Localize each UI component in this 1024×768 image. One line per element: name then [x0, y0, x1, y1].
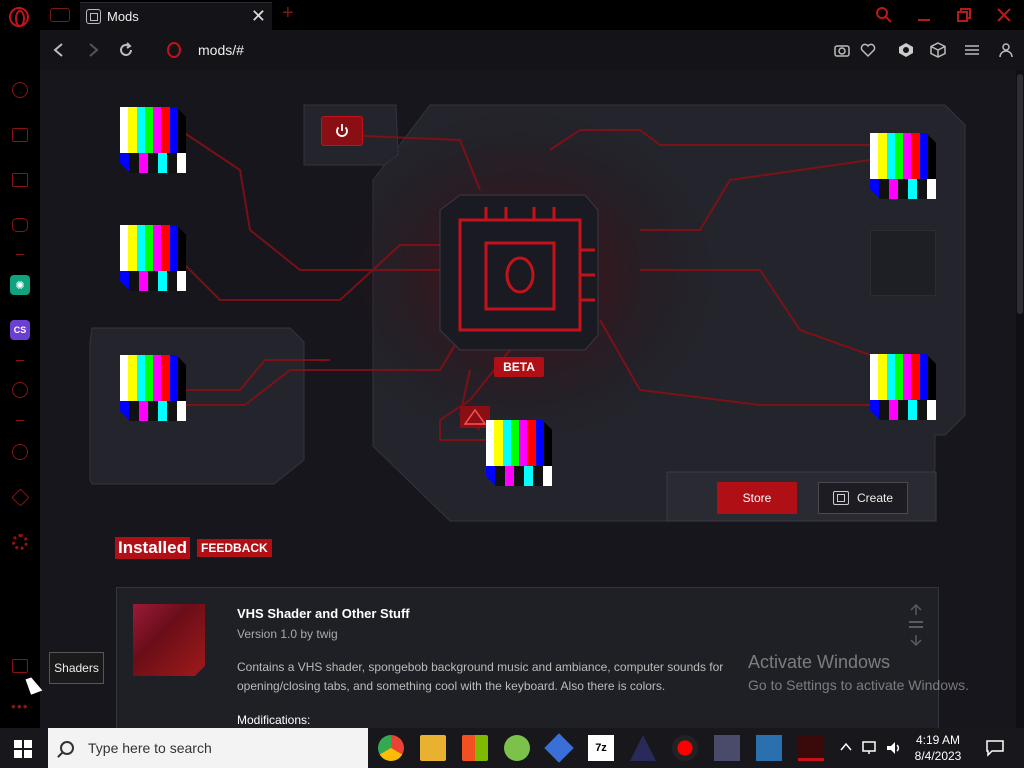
sidebar-cs-icon[interactable]: CS: [10, 320, 30, 340]
watermark-subtitle: Go to Settings to activate Windows.: [748, 677, 969, 693]
inkscape-icon[interactable]: [630, 735, 656, 761]
camera-icon[interactable]: [834, 42, 850, 58]
create-button[interactable]: Create: [818, 482, 908, 514]
sidebar-extensions-icon[interactable]: [10, 487, 30, 507]
7zip-icon[interactable]: 7z: [588, 735, 614, 761]
power-icon: [336, 124, 348, 137]
search-tabs-icon[interactable]: [876, 7, 892, 23]
site-opera-icon: [167, 42, 181, 58]
mod-name: VHS Shader and Other Stuff: [237, 606, 410, 621]
address-bar: mods/#: [40, 30, 1024, 70]
taskbar-clock[interactable]: 4:19 AM 8/4/2023: [908, 732, 968, 764]
media-app-icon[interactable]: [756, 735, 782, 761]
restore-icon[interactable]: [956, 7, 972, 23]
create-button-label: Create: [856, 491, 894, 505]
feedback-link[interactable]: FEEDBACK: [197, 539, 272, 557]
clock-time: 4:19 AM: [915, 733, 961, 747]
taskbar-search-box[interactable]: Type here to search: [48, 728, 368, 768]
tray-chevron-icon[interactable]: [840, 742, 852, 768]
volume-icon[interactable]: [886, 741, 902, 768]
sidebar-more-icon[interactable]: •••: [11, 698, 29, 714]
cube-icon[interactable]: [930, 42, 946, 58]
sidebar-shop-icon[interactable]: [10, 125, 30, 145]
mod-slot-shaders[interactable]: [120, 107, 186, 173]
gx-corner-icon[interactable]: [50, 8, 70, 22]
page-scrollbar-thumb[interactable]: [1017, 74, 1023, 314]
new-tab-button[interactable]: +: [282, 2, 294, 25]
power-toggle-button[interactable]: [321, 116, 363, 146]
opera-gx-taskbar-icon[interactable]: [798, 735, 824, 761]
sidebar-history-icon[interactable]: [10, 442, 30, 462]
sidebar-tooltip: Shaders: [49, 652, 104, 684]
reorder-handle-icon[interactable]: [907, 602, 925, 652]
mod-slot-theme[interactable]: [870, 354, 936, 420]
sidebar-shaders-icon[interactable]: [10, 656, 30, 676]
activate-windows-watermark: Activate Windows Go to Settings to activ…: [748, 652, 969, 693]
search-placeholder: Type here to search: [88, 740, 212, 756]
file-explorer-icon[interactable]: [420, 735, 446, 761]
settings-icon[interactable]: [964, 42, 980, 58]
watermark-title: Activate Windows: [748, 652, 891, 672]
mod-slot-empty[interactable]: [870, 230, 936, 296]
notifications-icon[interactable]: [986, 740, 1004, 768]
mod-thumbnail: [133, 604, 205, 676]
search-icon: [60, 741, 74, 755]
clock-date: 8/4/2023: [914, 749, 962, 763]
sidebar-chatgpt-icon[interactable]: ✺: [10, 275, 30, 295]
browser-window: Mods ✕ + ✺ CS ••• mods/# BETA Store Crea…: [0, 0, 1024, 768]
mod-modifications-label: Modifications:: [237, 713, 311, 727]
sidebar-speed-dial-icon[interactable]: [10, 80, 30, 100]
sidebar-player-icon[interactable]: [10, 380, 30, 400]
start-button[interactable]: [14, 740, 32, 758]
mod-slot-sounds[interactable]: [120, 355, 186, 421]
store-button[interactable]: Store: [717, 482, 797, 514]
sidebar-twitch-icon[interactable]: [10, 170, 30, 190]
blue-app-icon[interactable]: [544, 733, 574, 763]
windows-taskbar: Type here to search 7z 4:19 AM 8/4/2023: [0, 728, 1024, 768]
mods-tab-icon: [86, 9, 101, 24]
sidebar-separator: [16, 360, 24, 361]
tab-mods[interactable]: Mods ✕: [80, 2, 272, 30]
close-tab-icon[interactable]: ✕: [251, 7, 266, 25]
account-icon[interactable]: [998, 42, 1014, 58]
mod-slot-keyboard[interactable]: [486, 420, 552, 486]
back-icon[interactable]: [52, 42, 66, 58]
opera-logo-icon[interactable]: [9, 7, 29, 27]
sidebar-separator: [16, 254, 24, 255]
tab-title: Mods: [107, 9, 139, 24]
tab-strip: Mods ✕ +: [0, 0, 1024, 30]
minimize-icon[interactable]: [916, 7, 932, 23]
url-field[interactable]: mods/#: [198, 42, 244, 58]
mod-description: Contains a VHS shader, spongebob backgro…: [237, 660, 724, 693]
obs-record-icon[interactable]: [672, 735, 698, 761]
store-app-icon[interactable]: [462, 735, 488, 761]
sidebar-discord-icon[interactable]: [10, 215, 30, 235]
chrome-app-icon[interactable]: [378, 735, 404, 761]
vpn-icon[interactable]: [898, 42, 914, 58]
beta-badge: BETA: [494, 357, 544, 377]
installed-heading[interactable]: Installed: [115, 537, 190, 559]
sidebar-settings-icon[interactable]: [10, 532, 30, 552]
video-app-icon[interactable]: [714, 735, 740, 761]
mods-page: BETA Store Create Installed FEEDBACK VHS…: [40, 70, 1016, 728]
heart-icon[interactable]: [860, 42, 876, 58]
forward-icon[interactable]: [86, 42, 100, 58]
close-window-icon[interactable]: [996, 7, 1012, 23]
sidebar: ✺ CS •••: [0, 30, 40, 728]
mod-slot-music[interactable]: [120, 225, 186, 291]
mod-slot-wallpaper[interactable]: [870, 133, 936, 199]
network-icon[interactable]: [862, 741, 878, 768]
reload-icon[interactable]: [118, 42, 134, 58]
green-app-icon[interactable]: [504, 735, 530, 761]
create-mod-icon: [832, 491, 849, 505]
sidebar-separator: [16, 420, 24, 421]
mod-version: Version 1.0 by twig: [237, 627, 338, 641]
